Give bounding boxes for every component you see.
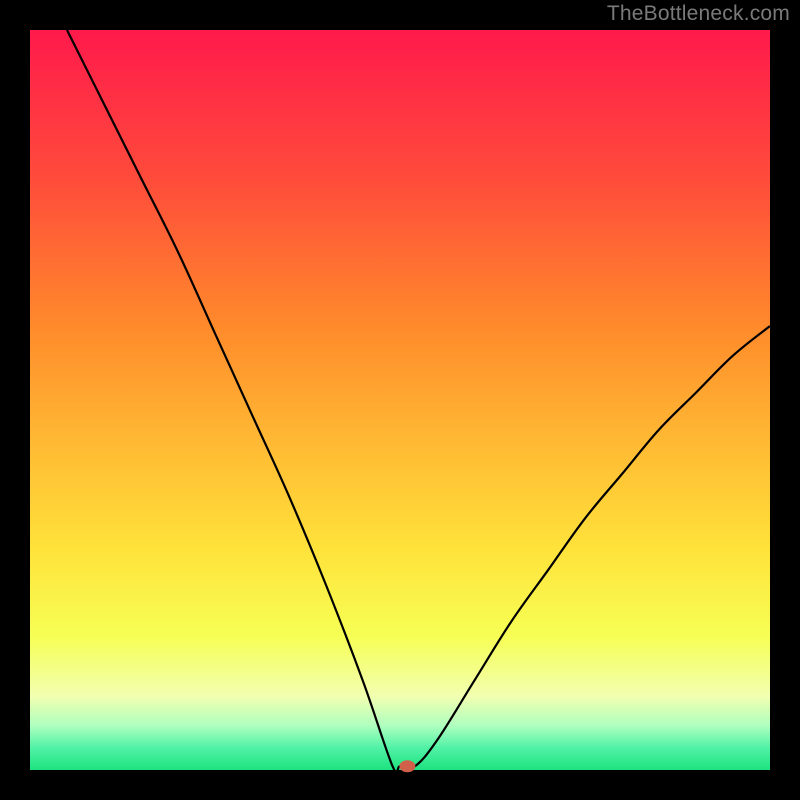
bottleneck-chart — [0, 0, 800, 800]
plot-background — [30, 30, 770, 770]
optimal-point-marker — [399, 760, 415, 772]
chart-root: TheBottleneck.com — [0, 0, 800, 800]
attribution-label: TheBottleneck.com — [607, 2, 790, 26]
